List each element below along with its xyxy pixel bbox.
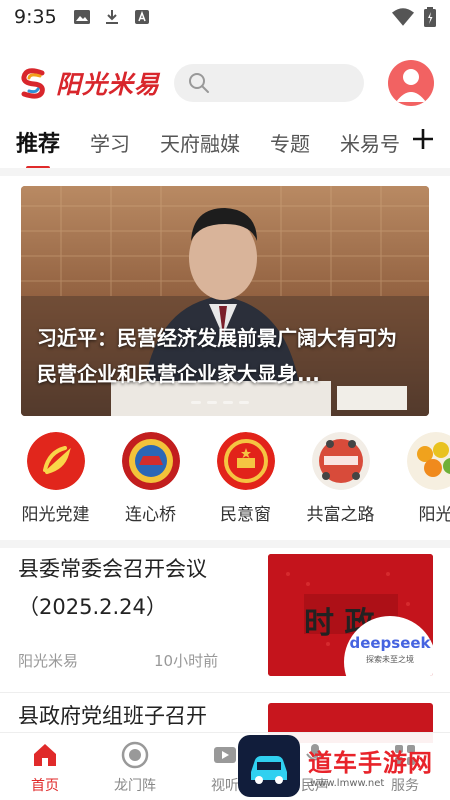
carousel-dot — [207, 401, 217, 404]
quick-entry-public-opinion[interactable]: 民意窗 — [198, 432, 293, 532]
battery-icon — [424, 7, 436, 27]
status-bar: 9:35 — [0, 0, 450, 34]
nav-label: 首页 — [31, 778, 59, 794]
status-time: 9:35 — [14, 6, 57, 28]
notification-icons — [73, 8, 151, 26]
quick-entry-sunshine[interactable]: 阳光 — [388, 432, 450, 532]
news-time: 10小时前 — [154, 652, 219, 670]
tab-recommend[interactable]: 推荐 — [16, 126, 60, 170]
quick-entry-label: 共富之路 — [306, 505, 375, 525]
quick-entry-party-building[interactable]: 阳光党建 — [8, 432, 103, 532]
app-a-icon — [134, 10, 149, 24]
news-item[interactable]: 县委常委会召开会议（2025.2.24） 阳光米易 10小时前 时 政 deep… — [0, 550, 450, 686]
party-emblem-icon — [26, 432, 85, 490]
tab-topic[interactable]: 专题 — [270, 128, 310, 157]
banner-caption: 习近平：民营经济发展前景广阔大有可为 民营企业和民营企业家大显身... — [37, 326, 397, 386]
image-icon — [73, 10, 90, 24]
brand-name: 阳光米易 — [56, 70, 161, 99]
watermark-logo — [238, 735, 300, 797]
tab-miyi-account[interactable]: 米易号 — [340, 128, 400, 157]
system-icons — [392, 6, 436, 28]
search-icon — [189, 73, 210, 93]
wifi-icon — [392, 8, 414, 26]
site-watermark: 道车手游网 www.lmww.net — [238, 734, 450, 798]
news-source: 阳光米易 — [18, 652, 79, 670]
nav-home[interactable]: 首页 — [0, 733, 90, 800]
quick-entry-common-prosperity[interactable]: 共富之路 — [293, 432, 388, 532]
national-emblem-icon — [216, 432, 275, 490]
search-input[interactable] — [174, 64, 365, 102]
watermark-text-group: 道车手游网 www.lmww.net — [300, 743, 433, 789]
news-title: 县政府党组班子召开 — [18, 704, 207, 728]
home-icon — [34, 744, 56, 766]
tab-study[interactable]: 学习 — [90, 128, 130, 157]
quick-entry-label: 阳光 — [418, 505, 450, 525]
quick-entry-label: 阳光党建 — [21, 505, 90, 525]
quick-entry-label: 民意窗 — [220, 505, 271, 525]
watermark-url: www.lmww.net — [310, 778, 385, 789]
video-icon — [214, 747, 236, 763]
cppcc-emblem-icon — [121, 432, 180, 490]
news-title: 县委常委会召开会议（2025.2.24） — [18, 557, 207, 619]
carousel-dot — [239, 401, 249, 404]
user-icon — [396, 69, 426, 102]
user-avatar[interactable] — [388, 60, 434, 106]
app-header: 阳光米易 — [0, 48, 450, 118]
headline-banner[interactable]: 习近平：民营经济发展前景广阔大有可为 民营企业和民营企业家大显身... — [21, 186, 429, 416]
news-thumbnail: 时 政 deepseek 探索未至之境 — [268, 554, 433, 676]
quick-entries: 阳光党建 连心桥 民意窗 共富之路 阳光 — [0, 432, 450, 532]
common-prosperity-icon — [311, 432, 370, 490]
nav-label: 视听 — [211, 778, 239, 794]
channel-tabs: 推荐 学习 天府融媒 专题 米易号 — [0, 118, 450, 170]
target-icon — [121, 741, 149, 769]
carousel-dot — [223, 401, 233, 404]
fruit-icon — [406, 432, 450, 490]
deepseek-badge-subtitle: 探索未至之境 — [366, 655, 414, 664]
download-icon — [105, 10, 118, 24]
carousel-indicator — [191, 401, 249, 404]
divider — [0, 540, 450, 548]
nav-label: 龙门阵 — [114, 778, 156, 794]
deepseek-badge-name: deepseek — [349, 634, 431, 652]
logo-mark-icon — [21, 68, 45, 99]
quick-entry-bridge[interactable]: 连心桥 — [103, 432, 198, 532]
watermark-text: 道车手游网 — [308, 749, 433, 777]
quick-entry-label: 连心桥 — [125, 505, 176, 525]
carousel-dot — [191, 401, 201, 404]
add-channel-icon[interactable] — [410, 126, 436, 152]
brand-logo[interactable]: 阳光米易 — [16, 65, 160, 101]
car-icon — [251, 756, 287, 784]
divider — [0, 168, 450, 176]
tab-tianfu-media[interactable]: 天府融媒 — [160, 128, 240, 157]
nav-longmenzhen[interactable]: 龙门阵 — [90, 733, 180, 800]
